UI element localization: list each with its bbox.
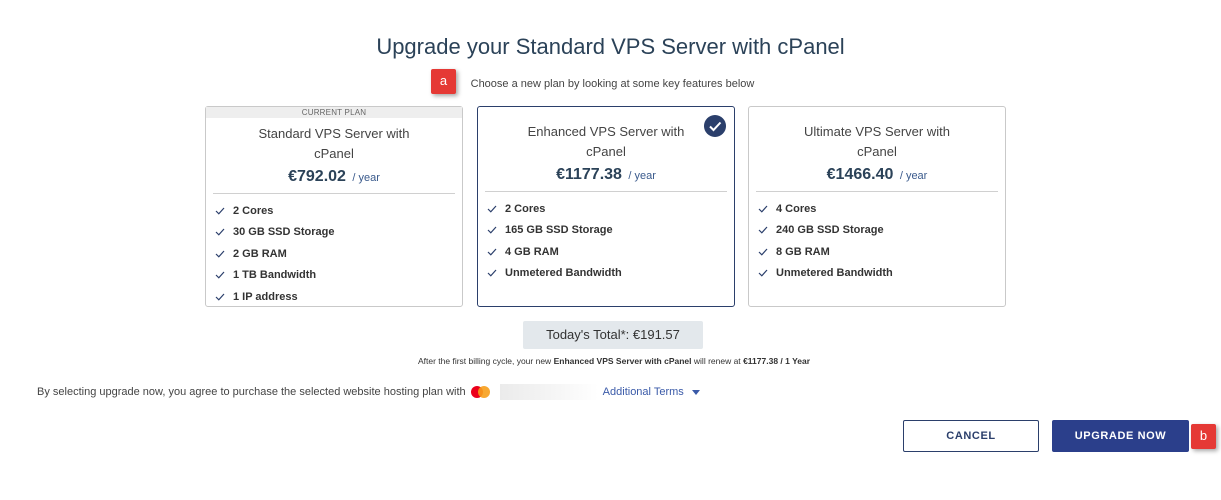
renewal-price: €1177.38 / 1 Year [743, 356, 811, 366]
plan-price: €792.02 [288, 168, 346, 185]
check-icon [758, 248, 768, 256]
upgrade-now-button[interactable]: UPGRADE NOW [1052, 420, 1189, 452]
feature-label: 2 Cores [505, 202, 546, 215]
feature-list: 2 Cores 165 GB SSD Storage 4 GB RAM Unme… [478, 198, 734, 284]
page-title: Upgrade your Standard VPS Server with cP… [376, 34, 845, 59]
plan-price-line: €1177.38 / year [478, 166, 734, 184]
divider [485, 191, 727, 192]
renewal-note: After the first billing cycle, your new … [0, 356, 1221, 366]
feature-item: 165 GB SSD Storage [487, 220, 734, 242]
feature-label: 1 IP address [233, 290, 298, 303]
renewal-middle: will renew at [693, 356, 741, 366]
feature-item: 2 GB RAM [215, 243, 462, 265]
feature-list: 4 Cores 240 GB SSD Storage 8 GB RAM Unme… [749, 198, 1005, 284]
divider [756, 191, 998, 192]
feature-label: Unmetered Bandwidth [776, 267, 893, 280]
plan-name: Standard VPS Server with cPanel [258, 126, 410, 161]
plan-card-enhanced[interactable]: Enhanced VPS Server with cPanel €1177.38… [477, 106, 735, 307]
masked-card-number [499, 384, 598, 400]
plan-price: €1177.38 [556, 166, 622, 183]
terms-text: By selecting upgrade now, you agree to p… [37, 386, 466, 398]
cancel-button[interactable]: CANCEL [903, 420, 1039, 452]
current-plan-tag: CURRENT PLAN [206, 107, 462, 118]
feature-label: 240 GB SSD Storage [776, 224, 884, 237]
check-icon [215, 207, 225, 215]
feature-item: 2 Cores [215, 200, 462, 222]
feature-label: 2 Cores [233, 204, 274, 217]
check-icon [215, 271, 225, 279]
plan-name: Ultimate VPS Server with cPanel [804, 124, 950, 159]
feature-list: 2 Cores 30 GB SSD Storage 2 GB RAM 1 TB … [206, 200, 462, 308]
mastercard-icon [470, 386, 491, 398]
plan-period: / year [628, 170, 656, 182]
renewal-plan: Enhanced VPS Server with cPanel [553, 356, 692, 366]
check-icon [215, 228, 225, 236]
plan-period: / year [899, 170, 928, 182]
check-icon [758, 205, 768, 213]
annotation-marker-b: b [1191, 424, 1216, 449]
chevron-down-icon[interactable] [691, 389, 700, 395]
additional-terms-link[interactable]: Additional Terms [603, 386, 684, 398]
feature-item: 30 GB SSD Storage [215, 222, 462, 244]
todays-total: Today's Total*: €191.57 [523, 321, 703, 349]
divider [213, 193, 455, 194]
check-icon [487, 205, 497, 213]
feature-label: 4 Cores [776, 202, 817, 215]
feature-item: Unmetered Bandwidth [758, 263, 1005, 285]
feature-item: 4 Cores [758, 198, 1005, 220]
selected-check-icon [704, 115, 726, 137]
check-icon [758, 226, 768, 234]
feature-label: 4 GB RAM [505, 245, 559, 258]
check-icon [215, 293, 225, 301]
page-subtitle: Choose a new plan by looking at some key… [470, 78, 755, 90]
renewal-prefix: After the first billing cycle, your new [417, 356, 552, 366]
feature-label: 2 GB RAM [233, 247, 287, 260]
feature-item: 240 GB SSD Storage [758, 220, 1005, 242]
plan-card-ultimate[interactable]: Ultimate VPS Server with cPanel €1466.40… [748, 106, 1006, 307]
feature-item: Unmetered Bandwidth [487, 263, 734, 285]
terms-row: By selecting upgrade now, you agree to p… [37, 384, 700, 400]
feature-item: 2 Cores [487, 198, 734, 220]
feature-label: 165 GB SSD Storage [505, 224, 613, 237]
feature-item: 8 GB RAM [758, 241, 1005, 263]
check-icon [487, 226, 497, 234]
check-icon [487, 248, 497, 256]
feature-label: Unmetered Bandwidth [505, 267, 622, 280]
feature-item: 4 GB RAM [487, 241, 734, 263]
plan-name: Enhanced VPS Server with cPanel [527, 124, 685, 159]
check-icon [215, 250, 225, 258]
feature-item: 1 IP address [215, 286, 462, 308]
feature-label: 1 TB Bandwidth [233, 269, 317, 282]
check-icon [487, 269, 497, 277]
plan-period: / year [352, 172, 380, 184]
feature-item: 1 TB Bandwidth [215, 265, 462, 287]
plan-price-line: €1466.40 / year [749, 166, 1005, 184]
check-icon [758, 269, 768, 277]
plan-price-line: €792.02 / year [206, 168, 462, 186]
plan-price: €1466.40 [826, 166, 894, 183]
feature-label: 8 GB RAM [776, 245, 830, 258]
plan-card-standard[interactable]: CURRENT PLAN Standard VPS Server with cP… [205, 106, 463, 307]
annotation-marker-a: a [431, 69, 456, 94]
feature-label: 30 GB SSD Storage [233, 226, 335, 239]
